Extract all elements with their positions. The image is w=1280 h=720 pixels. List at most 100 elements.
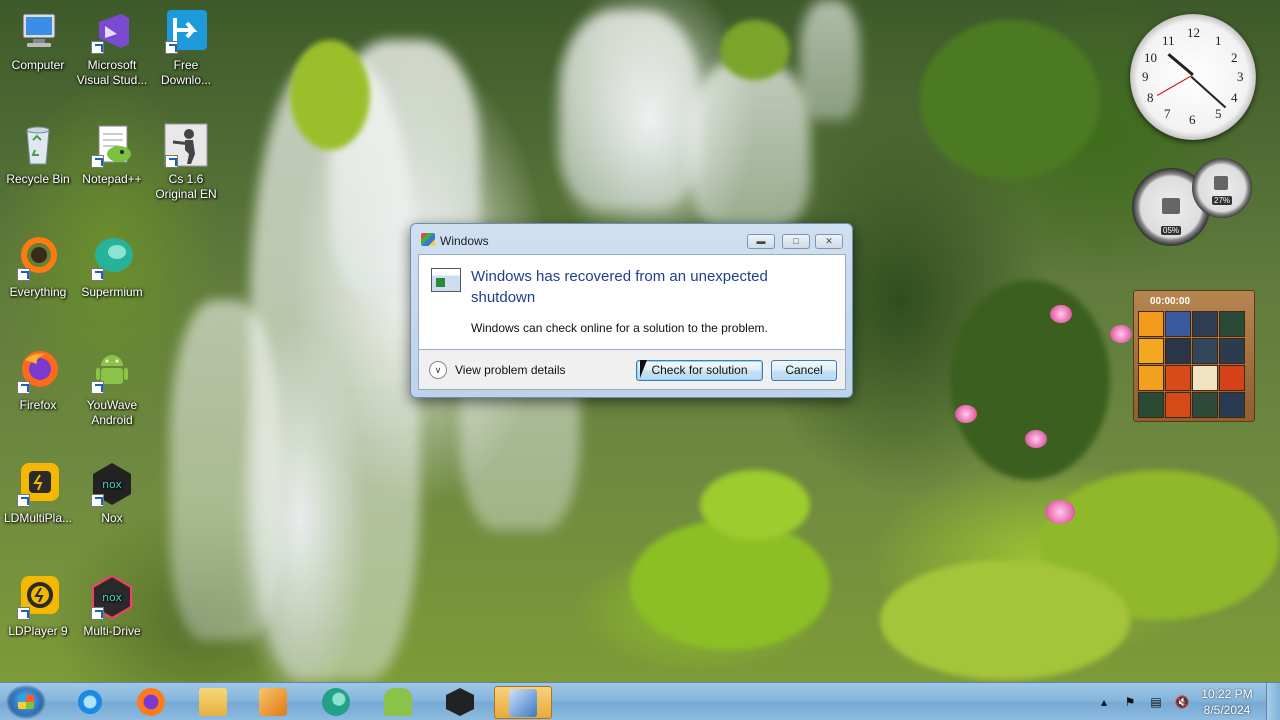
clock-number: 8 <box>1147 90 1154 105</box>
view-details-toggle[interactable]: ∨ View problem details <box>429 360 566 380</box>
puzzle-tile[interactable] <box>1138 311 1164 337</box>
youwave-android-icon <box>384 688 412 716</box>
puzzle-tile[interactable] <box>1138 365 1164 391</box>
media-player-icon <box>259 688 287 716</box>
desktop-icon-label: Supermium <box>81 285 143 299</box>
taskbar-internet-explorer[interactable] <box>62 686 118 719</box>
check-for-solution-button[interactable]: Check for solution <box>636 360 763 381</box>
puzzle-tile[interactable] <box>1165 392 1191 418</box>
puzzle-tile[interactable] <box>1138 338 1164 364</box>
start-button[interactable] <box>6 685 46 719</box>
ldmultiplayer-icon <box>15 461 61 507</box>
ldplayer-icon <box>15 574 61 620</box>
taskbar-firefox[interactable] <box>123 686 179 719</box>
taskbar-date: 8/5/2024 <box>1203 703 1251 717</box>
taskbar-youwave[interactable] <box>370 686 426 719</box>
volume-muted-icon[interactable]: 🔇 <box>1174 695 1190 709</box>
problem-report-icon <box>431 268 461 292</box>
counter-strike-icon <box>163 122 209 168</box>
dialog-titlebar[interactable]: Windows ▬ □ ✕ <box>411 224 852 254</box>
desktop-icon-counter-strike[interactable]: Cs 1.6 Original EN <box>148 122 224 202</box>
problem-reports-icon <box>509 689 537 717</box>
desktop-icon-label: Everything <box>9 285 67 299</box>
close-button[interactable]: ✕ <box>815 234 843 249</box>
windows-flag-icon <box>421 233 435 246</box>
free-download-manager-icon <box>163 8 209 54</box>
desktop-icon-notepad-plus-plus[interactable]: Notepad++ <box>74 122 150 187</box>
puzzle-tile[interactable] <box>1219 338 1245 364</box>
clock-second-hand <box>1156 75 1192 96</box>
memory-usage-label: 27% <box>1212 196 1233 205</box>
clock-gadget[interactable]: 12 1 2 3 4 5 6 7 8 9 10 11 <box>1130 14 1256 140</box>
desktop-icon-recycle-bin[interactable]: Recycle Bin <box>0 122 76 187</box>
puzzle-tile[interactable] <box>1165 311 1191 337</box>
memory-dial: 27% <box>1192 158 1252 218</box>
show-hidden-icons-icon[interactable]: ▴ <box>1096 695 1112 709</box>
taskbar-supermium[interactable] <box>308 686 364 719</box>
cpu-meter-gadget[interactable]: 05% 27% <box>1132 158 1252 246</box>
clock-hour-hand <box>1167 53 1194 76</box>
maximize-button[interactable]: □ <box>782 234 810 249</box>
puzzle-tile[interactable] <box>1192 311 1218 337</box>
desktop-icon-free-download-manager[interactable]: Free Downlo... <box>148 8 224 88</box>
desktop-icon-label: Cs 1.6 Original EN <box>155 172 217 201</box>
desktop-icon-firefox[interactable]: Firefox <box>0 348 76 413</box>
clock-number: 10 <box>1144 50 1157 65</box>
puzzle-tile[interactable] <box>1192 338 1218 364</box>
taskbar-file-explorer[interactable] <box>185 686 241 719</box>
desktop-icon-label: YouWave Android <box>86 398 138 427</box>
taskbar-nox[interactable] <box>432 686 488 719</box>
youwave-android-icon <box>89 348 135 394</box>
puzzle-timer: 00:00:00 <box>1150 296 1191 307</box>
system-tray: ▴ ⚑ ▤ 🔇 <box>1096 683 1190 720</box>
clock-number: 11 <box>1162 33 1175 48</box>
file-explorer-icon <box>199 688 227 716</box>
puzzle-tile[interactable] <box>1219 392 1245 418</box>
clock-number: 9 <box>1142 69 1149 84</box>
firefox-icon <box>137 688 165 716</box>
clock-number: 3 <box>1237 69 1244 84</box>
taskbar-problem-reports[interactable] <box>494 686 552 719</box>
minimize-button[interactable]: ▬ <box>747 234 775 249</box>
dialog-footer: ∨ View problem details Check for solutio… <box>418 350 846 390</box>
desktop-icon-label: Computer <box>11 58 65 72</box>
clock-number: 1 <box>1215 33 1222 48</box>
recovery-dialog: Windows ▬ □ ✕ Windows has recovered from… <box>410 223 853 398</box>
clock-number: 12 <box>1187 25 1200 40</box>
desktop-icon-youwave[interactable]: YouWave Android <box>74 348 150 428</box>
cancel-button[interactable]: Cancel <box>771 360 837 381</box>
puzzle-tile[interactable] <box>1192 365 1218 391</box>
desktop-icon-computer[interactable]: Computer <box>0 8 76 73</box>
desktop-icon-supermium[interactable]: Supermium <box>74 235 150 300</box>
desktop-icon-nox[interactable]: nox Nox <box>74 461 150 526</box>
action-center-flag-icon[interactable]: ⚑ <box>1122 695 1138 709</box>
dialog-body: Windows has recovered from an unexpected… <box>418 254 846 350</box>
taskbar-clock[interactable]: 10:22 PM 8/5/2024 <box>1196 686 1258 718</box>
desktop-icon-label: Firefox <box>19 398 57 412</box>
puzzle-tile[interactable] <box>1138 392 1164 418</box>
firefox-icon <box>15 348 61 394</box>
notepad-plus-plus-icon <box>89 122 135 168</box>
puzzle-tile[interactable] <box>1192 392 1218 418</box>
taskbar-media-player[interactable] <box>245 686 301 719</box>
puzzle-tile[interactable] <box>1219 365 1245 391</box>
picture-puzzle-gadget[interactable]: 00:00:00 <box>1133 290 1255 422</box>
show-desktop-button[interactable] <box>1266 683 1280 720</box>
desktop-icon-ldplayer[interactable]: LDPlayer 9 <box>0 574 76 639</box>
desktop-icon-ldmultiplayer[interactable]: LDMultiPla... <box>0 461 76 526</box>
visual-studio-icon <box>89 8 135 54</box>
recycle-bin-icon <box>15 122 61 168</box>
taskbar: ▴ ⚑ ▤ 🔇 10:22 PM 8/5/2024 <box>0 682 1280 720</box>
puzzle-tile[interactable] <box>1165 365 1191 391</box>
puzzle-tile[interactable] <box>1165 338 1191 364</box>
chevron-down-icon[interactable]: ∨ <box>429 361 447 379</box>
desktop-icon-everything[interactable]: Everything <box>0 235 76 300</box>
clock-number: 4 <box>1231 90 1238 105</box>
puzzle-tile[interactable] <box>1219 311 1245 337</box>
desktop-icon-label: Free Downlo... <box>160 58 212 87</box>
nox-icon: nox <box>89 461 135 507</box>
nox-icon <box>446 688 474 716</box>
desktop-icon-multi-drive[interactable]: nox Multi-Drive <box>74 574 150 639</box>
network-icon[interactable]: ▤ <box>1148 695 1164 709</box>
desktop-icon-visual-studio[interactable]: Microsoft Visual Stud... <box>74 8 150 88</box>
